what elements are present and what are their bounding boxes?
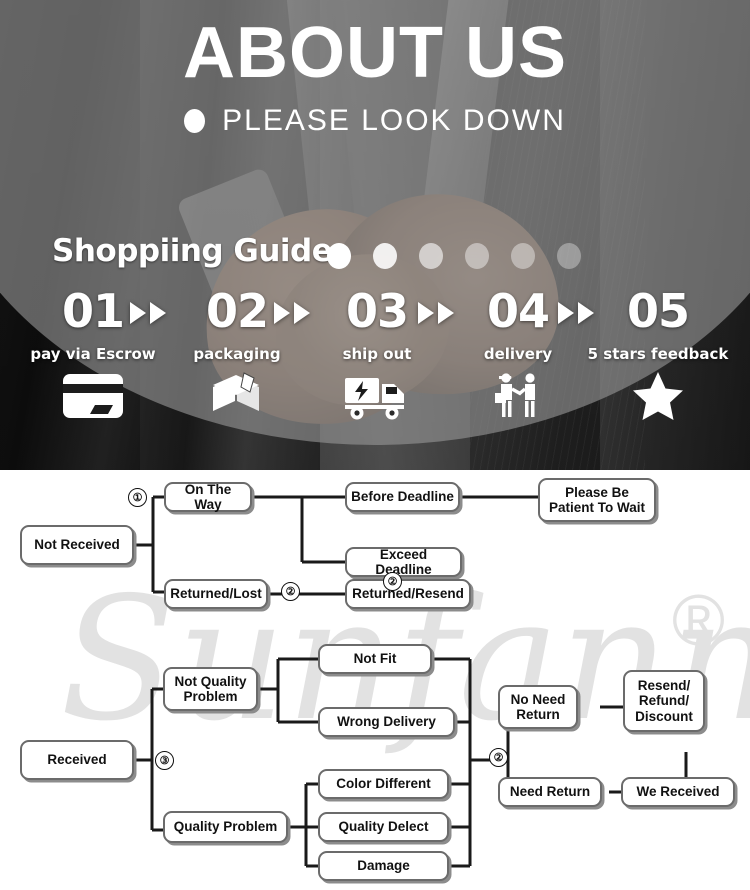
node-on-the-way[interactable]: On The Way [164,482,252,512]
order-issue-flowchart: Sunfanny ® [0,470,750,890]
delivery-truck-icon [302,372,452,420]
node-before-deadline[interactable]: Before Deadline [345,482,460,512]
about-us-page: ABOUT US PLEASE LOOK DOWN Shoppiing Guid… [0,0,750,890]
node-color-different[interactable]: Color Different [318,769,449,799]
node-received[interactable]: Received [20,740,134,780]
step-label: ship out [342,345,412,363]
node-please-be-patient[interactable]: Please Be Patient To Wait [538,478,656,522]
handshake-delivery-icon [443,372,593,420]
marker-1: ① [128,488,147,507]
step-label: packaging [193,345,281,363]
node-wrong-delivery[interactable]: Wrong Delivery [318,707,455,737]
bullet-dot-icon [184,109,206,133]
node-we-received[interactable]: We Received [621,777,735,807]
node-not-received[interactable]: Not Received [20,525,134,565]
marker-2a: ② [281,582,300,601]
marker-2b: ② [383,572,402,591]
node-quality-delect[interactable]: Quality Delect [318,812,449,842]
hero-banner: ABOUT US PLEASE LOOK DOWN Shoppiing Guid… [0,0,750,470]
node-exceed-deadline[interactable]: Exceed Deadline [345,547,462,577]
node-not-quality-problem[interactable]: Not Quality Problem [163,667,258,711]
node-need-return[interactable]: Need Return [498,777,602,807]
node-damage[interactable]: Damage [318,851,449,881]
step-label: 5 stars feedback [587,345,729,363]
package-box-icon [162,372,312,420]
step-number: 05 [626,284,690,338]
step-label: delivery [483,345,553,363]
step-05: 05 5 stars feedback [583,288,733,420]
marker-3: ③ [155,751,174,770]
hero-subtitle: PLEASE LOOK DOWN [222,104,566,137]
node-returned-resend[interactable]: Returned/Resend [345,579,471,609]
marker-2c: ② [489,748,508,767]
double-triangle-arrow-icon-1 [130,302,166,324]
node-no-need-return[interactable]: No Need Return [498,685,578,729]
shopping-steps: 01 pay via Escrow 02 packaging 03 ship o… [0,288,750,463]
node-quality-problem[interactable]: Quality Problem [163,811,288,843]
decorative-dots [327,243,581,269]
page-title: ABOUT US [183,13,567,93]
step-label: pay via Escrow [30,345,156,363]
hero-subtitle-row: PLEASE LOOK DOWN [0,104,750,138]
node-resend-refund-discount[interactable]: Resend/ Refund/ Discount [623,670,705,732]
node-not-fit[interactable]: Not Fit [318,644,432,674]
shopping-guide-title: Shoppiing Guide [52,233,333,269]
credit-card-icon [18,372,168,420]
node-returned-lost[interactable]: Returned/Lost [164,579,268,609]
star-icon [583,372,733,420]
